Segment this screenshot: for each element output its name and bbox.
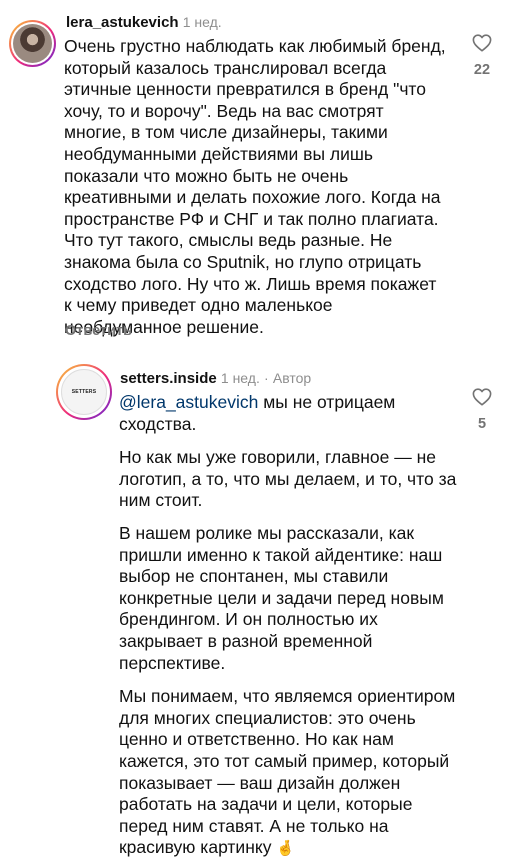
comment-2-line: Но как мы уже говорили, главное — не xyxy=(119,447,437,468)
crossed-fingers-emoji: 🤞 xyxy=(276,840,296,858)
comment-2-line: конкретные цели и задачи перед новым xyxy=(119,587,444,608)
comment-2-line: для многих специалистов: это очень xyxy=(119,707,416,728)
comment-2-line: сходства. xyxy=(119,413,197,434)
heart-outline-icon xyxy=(472,34,492,52)
comment-2-line: перспективе. xyxy=(119,652,226,673)
mention-link[interactable]: @lera_astukevich xyxy=(119,392,258,412)
comment-1-like-count: 22 xyxy=(473,62,491,78)
comment-2-paragraph: В нашем ролике мы рассказали, как пришли… xyxy=(119,523,459,674)
comment-2-line: пришли именно к такой айдентике: наш xyxy=(119,544,443,565)
comment-2-line: выбор не спонтанен, мы ставили xyxy=(119,566,389,587)
comment-2-line: ним стоит. xyxy=(119,490,203,511)
comment-2-like-button[interactable]: 5 xyxy=(467,388,497,432)
heart-outline-icon xyxy=(472,388,492,406)
comment-1-line: необдуманными действиями вы лишь xyxy=(64,143,374,164)
comment-1-meta: lera_astukevich 1 нед. xyxy=(66,14,222,31)
comment-2-paragraph: Мы понимаем, что являемся ориентиром для… xyxy=(119,686,459,860)
comment-1-like-button[interactable]: 22 xyxy=(467,34,497,78)
comment-2-line: работать на задачи и цели, которые xyxy=(119,794,413,815)
comment-2-paragraph: @lera_astukevich мы не отрицаем сходства… xyxy=(119,392,459,435)
comment-2-line: логотип, а то, что мы делаем, и то, что … xyxy=(119,468,457,489)
comment-2-line: закрывает в разной временной xyxy=(119,630,373,651)
comment-1-time: 1 нед. xyxy=(182,14,222,30)
comment-1-reply-button[interactable]: Ответить xyxy=(65,323,132,339)
avatar-photo xyxy=(13,24,52,63)
comment-2-text: мы не отрицаем xyxy=(258,392,396,412)
comment-1-line: знакома была со Sputnik, но глупо отрица… xyxy=(64,251,422,272)
comment-1-line: этичные ценности превратился в бренд "чт… xyxy=(64,79,426,100)
comment-2-meta: setters.inside 1 нед. · Автор xyxy=(120,370,311,387)
comment-2-body: @lera_astukevich мы не отрицаем сходства… xyxy=(119,392,459,868)
comment-1-line: хочу, то и ворочу". Ведь на вас смотрят xyxy=(64,100,384,121)
comment-2-text: красивую картинку xyxy=(119,837,272,858)
comment-2-line: красивую картинку 🤞 xyxy=(119,837,459,860)
comment-1-body: Очень грустно наблюдать как любимый брен… xyxy=(64,36,464,338)
comment-2-like-count: 5 xyxy=(477,416,487,432)
comment-2-line: @lera_astukevich мы не отрицаем xyxy=(119,392,459,414)
comment-2-line: показывает — ваш дизайн должен xyxy=(119,772,401,793)
comment-2-line: Мы понимаем, что являемся ориентиром xyxy=(119,686,456,707)
comment-1-line: Что тут такого, смыслы ведь разные. Не xyxy=(64,230,393,251)
meta-separator: · xyxy=(264,370,269,386)
comment-2-paragraph: Но как мы уже говорили, главное — не лог… xyxy=(119,447,459,512)
setters-logo: SETTERS xyxy=(61,369,107,415)
comment-2-time: 1 нед. xyxy=(220,370,260,386)
comment-1-line: Очень грустно наблюдать как любимый брен… xyxy=(64,36,446,56)
avatar-setters-inside[interactable]: SETTERS xyxy=(56,364,112,420)
author-badge: Автор xyxy=(272,370,312,386)
comment-2-line: кажется, это тот самый пример, который xyxy=(119,750,450,771)
comment-1-line: креативными и делать похожие лого. Когда… xyxy=(64,187,441,208)
comment-1-line: пространстве РФ и СНГ и так полно плагиа… xyxy=(64,208,439,229)
comment-2-line: перед ним ставят. А не только на xyxy=(119,815,389,836)
comment-2-line: брендингом. И он полностью их xyxy=(119,609,378,630)
comment-2-username[interactable]: setters.inside xyxy=(120,370,217,387)
comment-1-line: сходство лого. Ну что ж. Лишь время пока… xyxy=(64,273,437,294)
avatar-lera-astukevich[interactable] xyxy=(9,20,56,67)
comment-2-line: ценно и ответственно. Но как нам xyxy=(119,729,394,750)
comment-1-line: который казалось транслировал всегда xyxy=(64,57,387,78)
comment-1-line: многие, в том числе дизайнеры, такими xyxy=(64,122,388,143)
comment-1-username[interactable]: lera_astukevich xyxy=(66,14,179,31)
comment-1-line: показали что можно быть не очень xyxy=(64,165,349,186)
comment-2-line: В нашем ролике мы рассказали, как xyxy=(119,522,415,543)
comment-1-line: к чему приведет одно маленькое xyxy=(64,295,333,316)
